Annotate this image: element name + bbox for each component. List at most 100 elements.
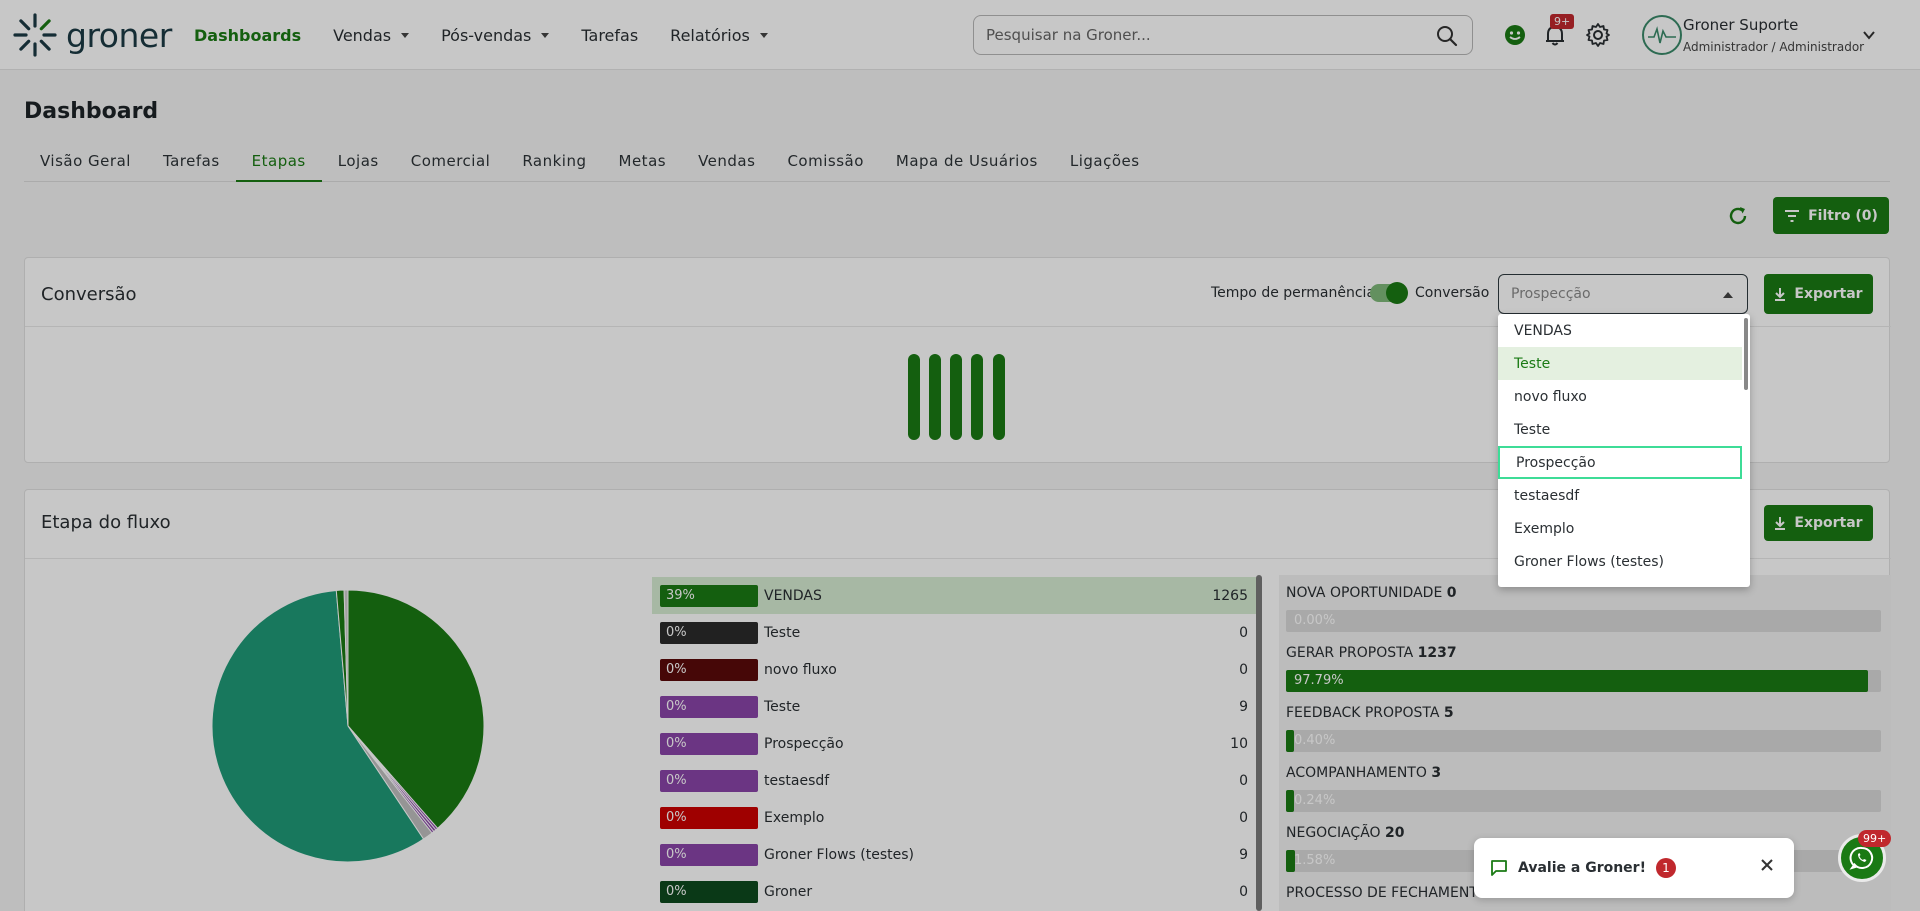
tab-lojas[interactable]: Lojas <box>322 142 395 182</box>
stage-count: 1265 <box>1212 587 1248 604</box>
logo[interactable]: groner <box>12 10 172 60</box>
stage-row[interactable]: 0% testaesdf 0 <box>652 762 1256 799</box>
comment-icon <box>1491 860 1507 876</box>
tab-ranking[interactable]: Ranking <box>506 142 602 182</box>
chevron-down-icon[interactable] <box>1862 28 1876 42</box>
stage-count: 0 <box>1239 809 1248 826</box>
smile-chat-icon[interactable] <box>1502 22 1528 48</box>
flow-pie-chart <box>211 589 485 863</box>
stage-name: Prospecção <box>764 735 844 752</box>
dropdown-option[interactable]: novo fluxo <box>1498 380 1742 413</box>
tab-comissao[interactable]: Comissão <box>771 142 879 182</box>
stage-name: Exemplo <box>764 809 825 826</box>
stage-percent-badge: 0% <box>660 843 758 866</box>
dropdown-option[interactable]: Teste <box>1498 347 1742 380</box>
substage-percent: 0.00% <box>1294 613 1336 628</box>
stage-count: 10 <box>1230 735 1248 752</box>
stage-row[interactable]: 0% Teste 0 <box>652 614 1256 651</box>
search-input[interactable] <box>986 26 1426 44</box>
stage-percent-badge: 0% <box>660 695 758 718</box>
progress-fill <box>1286 730 1294 752</box>
tab-mapa-de-usuarios[interactable]: Mapa de Usuários <box>880 142 1054 182</box>
stage-row[interactable]: 0% Teste 9 <box>652 688 1256 725</box>
dropdown-option[interactable]: Groner Flows (testes) <box>1498 545 1742 578</box>
filter-button[interactable]: Filtro (0) <box>1773 197 1889 234</box>
stage-row[interactable]: 0% Prospecção 10 <box>652 725 1256 762</box>
tab-ligacoes[interactable]: Ligações <box>1054 142 1156 182</box>
logo-icon <box>13 13 57 57</box>
stage-row[interactable]: 0% Groner Flows (testes) 9 <box>652 836 1256 873</box>
substage-label: GERAR PROPOSTA 1237 <box>1286 645 1457 661</box>
toggle-label-tempo: Tempo de permanência <box>1211 285 1376 301</box>
toast-count-badge: 1 <box>1655 858 1676 878</box>
export-label: Exportar <box>1794 286 1863 302</box>
stage-name: Teste <box>764 698 801 715</box>
filter-label: Filtro (0) <box>1808 207 1878 224</box>
substage-progress-bar: 0.00% <box>1286 610 1881 632</box>
user-name: Groner Suporte <box>1683 16 1799 34</box>
nav-pos-vendas[interactable]: Pós-vendas <box>441 25 550 45</box>
substage-name: PROCESSO DE FECHAMENTO <box>1286 885 1489 901</box>
caret-down-icon <box>541 32 550 38</box>
stage-row[interactable]: 39% VENDAS 1265 <box>652 577 1256 614</box>
loading-bar <box>908 354 920 440</box>
filter-icon <box>1785 209 1800 222</box>
export-flow-button[interactable]: Exportar <box>1764 505 1873 541</box>
nav-relatorios[interactable]: Relatórios <box>670 26 768 45</box>
export-conversion-button[interactable]: Exportar <box>1764 274 1873 314</box>
dropdown-scrollbar[interactable] <box>1744 318 1748 390</box>
whatsapp-icon <box>1849 846 1874 870</box>
stage-row[interactable]: 0% Groner 0 <box>652 873 1256 910</box>
toast-text[interactable]: Avalie a Groner! <box>1518 860 1646 876</box>
page-title: Dashboard <box>24 99 159 124</box>
substage-label: FEEDBACK PROPOSTA 5 <box>1286 705 1454 721</box>
gear-icon[interactable] <box>1585 22 1611 48</box>
substage-percent: 0.40% <box>1294 733 1336 748</box>
search-icon[interactable] <box>1436 25 1458 47</box>
user-role: Administrador / Administrador <box>1683 40 1865 54</box>
top-header: groner Dashboards Vendas Pós-vendas Tare… <box>0 0 1920 70</box>
nav-dashboards[interactable]: Dashboards <box>194 26 301 45</box>
stage-percent-badge: 0% <box>660 880 758 903</box>
tab-etapas[interactable]: Etapas <box>235 142 322 182</box>
download-icon <box>1775 288 1786 301</box>
view-mode-toggle[interactable] <box>1370 282 1408 304</box>
dropdown-option[interactable]: Teste <box>1498 413 1742 446</box>
dropdown-option[interactable]: Prospecção <box>1498 446 1742 479</box>
stage-row[interactable]: 0% Exemplo 0 <box>652 799 1256 836</box>
dropdown-option[interactable]: VENDAS <box>1498 314 1742 347</box>
stage-percent-badge: 0% <box>660 658 758 681</box>
nav-tarefas[interactable]: Tarefas <box>581 26 638 45</box>
tab-tarefas[interactable]: Tarefas <box>147 142 236 182</box>
substage-percent: 97.79% <box>1294 673 1344 688</box>
nav-label: Vendas <box>333 25 392 45</box>
substage-name: NOVA OPORTUNIDADE <box>1286 585 1443 601</box>
stage-row[interactable]: 0% novo fluxo 0 <box>652 651 1256 688</box>
nav-label: Pós-vendas <box>441 25 532 45</box>
flow-select-dropdown: VENDAS Teste novo fluxo Teste Prospecção test… <box>1498 314 1750 587</box>
nav-vendas[interactable]: Vendas <box>333 25 410 45</box>
progress-fill <box>1286 670 1868 692</box>
flow-select[interactable]: Prospecção <box>1498 274 1748 314</box>
search-box <box>973 15 1473 55</box>
dropdown-option[interactable]: testaesdf <box>1498 479 1742 512</box>
caret-down-icon <box>759 32 768 38</box>
substage-progress-bar: 0.24% <box>1286 790 1881 812</box>
tab-metas[interactable]: Metas <box>603 142 683 182</box>
tab-vendas[interactable]: Vendas <box>682 142 771 182</box>
nav-label: Relatórios <box>670 25 750 45</box>
refresh-icon[interactable] <box>1725 203 1751 229</box>
tab-comercial[interactable]: Comercial <box>395 142 507 182</box>
dropdown-option[interactable]: Exemplo <box>1498 512 1742 545</box>
tab-visao-geral[interactable]: Visão Geral <box>24 142 147 182</box>
loading-bar <box>993 354 1005 440</box>
avatar[interactable] <box>1642 15 1682 55</box>
stage-name: testaesdf <box>764 772 830 789</box>
select-value: Prospecção <box>1511 286 1591 302</box>
rating-toast: Avalie a Groner! 1 <box>1474 838 1794 898</box>
close-icon[interactable] <box>1760 858 1774 872</box>
stage-name: Groner <box>764 883 813 900</box>
stage-list-scrollbar[interactable] <box>1256 575 1262 911</box>
stage-percent-badge: 0% <box>660 769 758 792</box>
card-title: Etapa do fluxo <box>41 512 171 533</box>
